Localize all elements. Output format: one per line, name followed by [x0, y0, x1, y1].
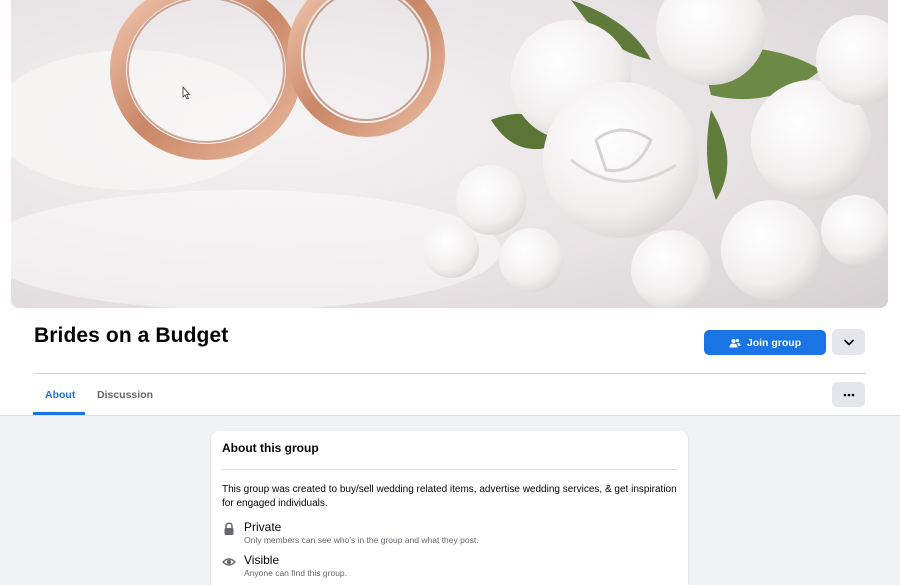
members-icon	[729, 338, 741, 347]
privacy-title: Private	[244, 520, 282, 534]
more-dots-icon	[843, 393, 854, 396]
visibility-subtitle: Anyone can find this group.	[244, 568, 348, 578]
cover-photo[interactable]	[11, 0, 888, 308]
lock-icon	[224, 522, 234, 535]
tabs-bottom-border	[0, 415, 900, 416]
more-actions-button[interactable]	[832, 382, 865, 407]
mouse-cursor-icon	[182, 86, 191, 100]
header-divider	[34, 373, 866, 374]
eye-icon	[222, 558, 236, 566]
chevron-down-icon	[843, 339, 854, 345]
visibility-title: Visible	[244, 553, 280, 567]
more-options-dropdown-button[interactable]	[832, 329, 865, 355]
group-description: This group was created to buy/sell weddi…	[222, 484, 677, 509]
tab-about[interactable]: About	[45, 389, 75, 401]
cover-image-rings-and-flowers	[11, 0, 888, 308]
group-name: Brides on a Budget	[34, 324, 229, 347]
privacy-subtitle: Only members can see who's in the group …	[244, 535, 479, 545]
about-card: About this group This group was created …	[211, 431, 688, 585]
join-group-label: Join group	[746, 336, 802, 349]
about-card-title: About this group	[222, 441, 319, 455]
join-group-button[interactable]: Join group	[704, 330, 826, 355]
tab-discussion[interactable]: Discussion	[97, 389, 153, 401]
about-card-divider	[222, 469, 677, 470]
